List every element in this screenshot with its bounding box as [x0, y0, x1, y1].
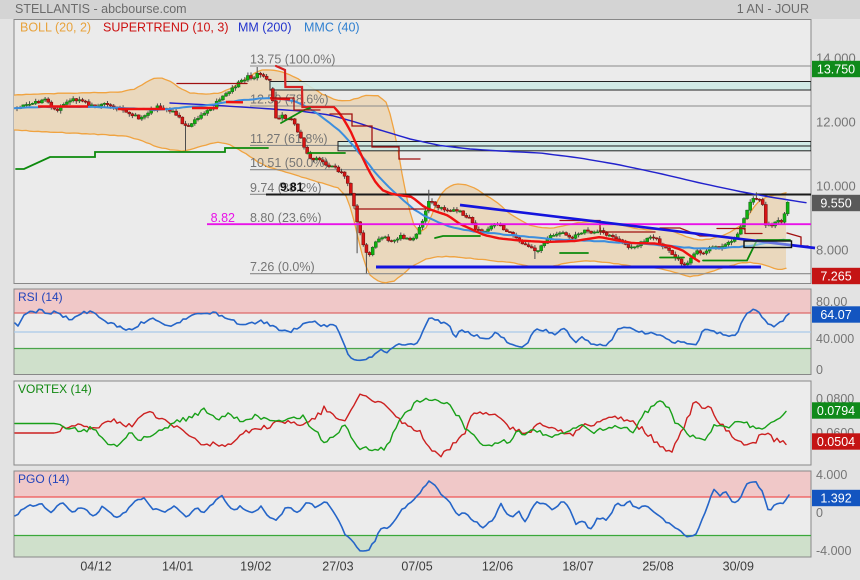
svg-text:MMC (40): MMC (40): [304, 21, 360, 35]
svg-text:7.265: 7.265: [820, 270, 851, 284]
svg-text:RSI (14): RSI (14): [18, 290, 63, 304]
svg-text:1 AN - JOUR: 1 AN - JOUR: [737, 2, 809, 16]
svg-text:25/08: 25/08: [642, 560, 673, 574]
svg-text:18/07: 18/07: [562, 560, 593, 574]
svg-text:10.000: 10.000: [816, 179, 856, 194]
svg-text:14/01: 14/01: [162, 560, 193, 574]
svg-text:40.000: 40.000: [816, 332, 854, 346]
svg-text:13.750: 13.750: [817, 63, 855, 77]
svg-text:9.81: 9.81: [280, 180, 304, 194]
svg-text:0: 0: [816, 506, 823, 520]
svg-text:STELLANTIS - abcbourse.com: STELLANTIS - abcbourse.com: [15, 2, 187, 16]
svg-text:PGO (14): PGO (14): [18, 472, 69, 486]
svg-text:SUPERTREND (10, 3): SUPERTREND (10, 3): [103, 21, 229, 35]
svg-text:8.82: 8.82: [211, 211, 235, 225]
svg-text:-4.000: -4.000: [816, 544, 851, 558]
svg-text:30/09: 30/09: [723, 560, 754, 574]
svg-text:0.0504: 0.0504: [817, 435, 855, 449]
svg-text:12.000: 12.000: [816, 115, 856, 130]
svg-text:9.550: 9.550: [820, 197, 851, 211]
svg-text:BOLL (20, 2): BOLL (20, 2): [20, 21, 91, 35]
svg-text:12/06: 12/06: [482, 560, 513, 574]
svg-text:7.26 (0.0%): 7.26 (0.0%): [250, 260, 315, 274]
svg-text:13.75 (100.0%): 13.75 (100.0%): [250, 53, 335, 67]
svg-text:64.07: 64.07: [820, 308, 851, 322]
svg-text:VORTEX (14): VORTEX (14): [18, 382, 92, 396]
svg-text:MM (200): MM (200): [238, 21, 291, 35]
svg-text:8.000: 8.000: [816, 243, 849, 258]
svg-text:27/03: 27/03: [322, 560, 353, 574]
svg-text:07/05: 07/05: [401, 560, 432, 574]
svg-text:8.80 (23.6%): 8.80 (23.6%): [250, 211, 322, 225]
svg-text:19/02: 19/02: [240, 560, 271, 574]
svg-text:04/12: 04/12: [80, 560, 111, 574]
svg-text:1.392: 1.392: [820, 492, 851, 506]
svg-text:4.000: 4.000: [816, 468, 847, 482]
svg-text:11.27 (61.8%): 11.27 (61.8%): [250, 132, 328, 146]
svg-text:0.0794: 0.0794: [817, 404, 855, 418]
svg-text:0: 0: [816, 363, 823, 377]
